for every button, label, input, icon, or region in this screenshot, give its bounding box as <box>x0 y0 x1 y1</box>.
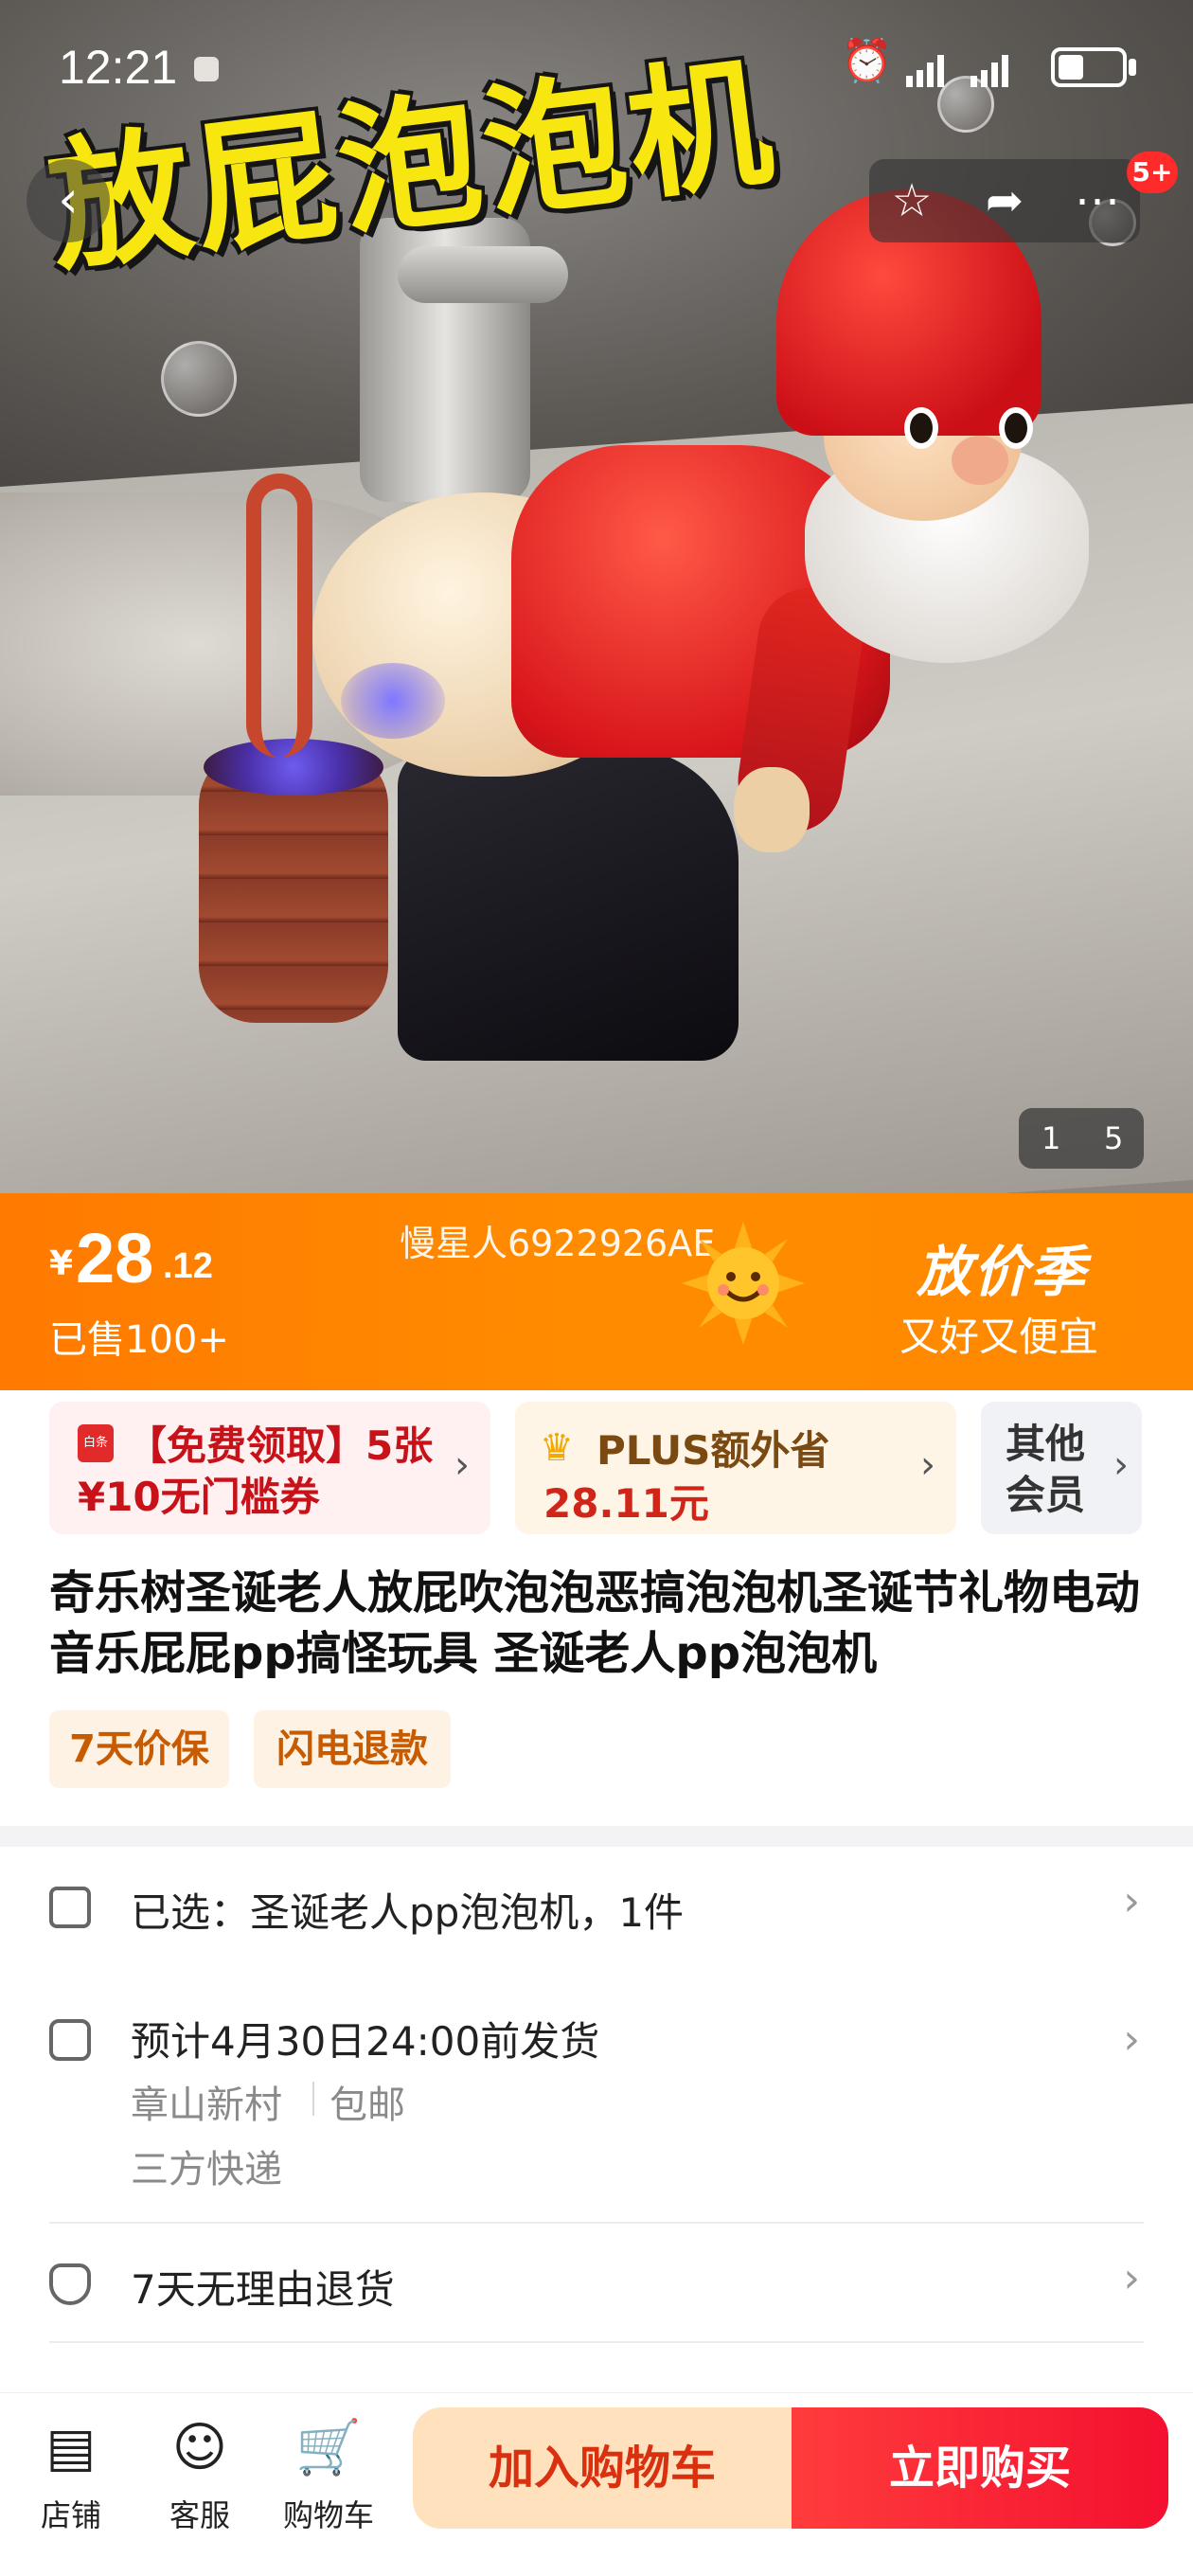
status-time: 12:21 <box>59 41 178 94</box>
ship-time-text: 预计4月30日24:00前发货 <box>131 2018 600 2065</box>
cart-label: 购物车 <box>282 2497 374 2533</box>
plus-label: PLUS额外省 <box>596 1427 830 1474</box>
clipboard-check-icon <box>49 1887 91 1928</box>
row-divider <box>49 2341 1144 2343</box>
fast-refund-tag: 闪电退款 <box>254 1710 451 1788</box>
courier-text: 三方快递 <box>131 2148 282 2191</box>
customer-service-button[interactable]: ☺ 客服 <box>148 2410 252 2535</box>
image-bubble <box>161 341 237 417</box>
truck-icon <box>49 2019 91 2061</box>
toy-eye-left <box>904 407 938 449</box>
battery-tip <box>1129 59 1136 76</box>
other-member-card[interactable]: 其他会员 › <box>981 1402 1142 1534</box>
chevron-right-icon: › <box>1123 2254 1140 2302</box>
store-button[interactable]: ▤ 店铺 <box>19 2410 123 2535</box>
free-coupon-card[interactable]: 白条 【免费领取】5张¥10无门槛券 › <box>49 1402 490 1534</box>
plus-savings-card[interactable]: ♛ PLUS额外省 28.11元 › <box>515 1402 956 1534</box>
row-divider <box>49 2222 1144 2224</box>
buy-now-button[interactable]: 立即购买 <box>792 2407 1168 2529</box>
ship-from-text: 章山新村 <box>131 2084 282 2127</box>
promo-subtitle: 又好又便宜 <box>899 1314 1099 1360</box>
return-policy-text: 7天无理由退货 <box>131 2266 395 2313</box>
inline-divider <box>312 2082 314 2116</box>
plus-amount: 28.11元 <box>543 1480 709 1527</box>
share-icon[interactable]: ➦ <box>962 159 1047 242</box>
promo-title: 放价季 <box>917 1240 1088 1304</box>
toy-nose <box>952 436 1008 485</box>
chevron-right-icon: › <box>1113 1443 1129 1487</box>
battery-icon <box>1051 47 1127 87</box>
back-button[interactable]: ‹ <box>27 159 110 242</box>
signal-icon <box>906 55 1008 87</box>
service-smile-icon: ☺ <box>171 2417 228 2478</box>
shipping-row[interactable]: 预计4月30日24:00前发货 章山新村 包邮 三方快递 › <box>0 1989 1193 2216</box>
selected-spec-text: 已选：圣诞老人pp泡泡机，1件 <box>131 1889 685 1936</box>
selected-spec-row[interactable]: 已选：圣诞老人pp泡泡机，1件 › <box>0 1847 1193 1960</box>
status-bar: 12:21 ⏰ <box>0 0 1193 133</box>
section-divider <box>0 1826 1193 1847</box>
add-to-cart-button[interactable]: 加入购物车 <box>413 2407 792 2529</box>
top-action-bar: ☆ ➦ ⋯ <box>869 159 1140 242</box>
chevron-left-icon: ‹ <box>58 170 79 229</box>
chevron-right-icon: › <box>454 1443 470 1487</box>
sold-count: 已售100+ <box>49 1318 229 1362</box>
favorite-star-icon[interactable]: ☆ <box>869 159 954 242</box>
message-count-badge: 5+ <box>1127 152 1178 193</box>
other-member-label: 其他会员 <box>1006 1421 1086 1518</box>
price-protect-tag: 7天价保 <box>49 1710 229 1788</box>
image-pager: 1 5 <box>1019 1108 1144 1169</box>
price-integer: 28 <box>76 1219 154 1297</box>
toy-hand <box>734 767 810 852</box>
store-icon: ▤ <box>45 2417 97 2478</box>
watermark-text: 慢星人6922926AE <box>400 1223 716 1264</box>
currency-symbol: ¥ <box>49 1244 74 1283</box>
return-policy-row[interactable]: 7天无理由退货 › <box>0 2226 1193 2339</box>
store-label: 店铺 <box>40 2497 101 2533</box>
notification-icon <box>194 57 219 81</box>
ship-fee-text: 包邮 <box>329 2084 405 2127</box>
pager-current: 1 <box>1042 1120 1061 1156</box>
price-banner: ¥ 28 .12 已售100+ 慢星人6922926AE 放价季 又好又便宜 <box>0 1193 1193 1390</box>
image-faucet-spout <box>398 246 568 303</box>
alarm-icon: ⏰ <box>841 37 893 85</box>
shopping-cart-icon: 🛒 <box>295 2417 362 2478</box>
sun-mascot-icon <box>682 1222 805 1345</box>
pager-total: 5 <box>1104 1120 1124 1156</box>
chevron-right-icon: › <box>1123 1877 1140 1925</box>
toy-boot <box>398 748 739 1061</box>
toy-eye-right <box>999 407 1033 449</box>
chevron-right-icon: › <box>920 1443 935 1487</box>
service-label: 客服 <box>169 2497 230 2533</box>
crown-icon: ♛ <box>540 1426 574 1470</box>
toy-led-glow <box>341 663 445 739</box>
chevron-right-icon: › <box>1123 2015 1140 2064</box>
shield-check-icon <box>49 2263 91 2305</box>
price-decimal: .12 <box>163 1246 213 1286</box>
product-title: 奇乐树圣诞老人放屁吹泡泡恶搞泡泡机圣诞节礼物电动音乐屁屁pp搞怪玩具 圣诞老人p… <box>49 1566 1141 1680</box>
toy-bubble-wand <box>246 474 312 758</box>
cart-button[interactable]: 🛒 购物车 <box>276 2410 381 2535</box>
free-coupon-text: 【免费领取】5张¥10无门槛券 <box>78 1422 434 1520</box>
